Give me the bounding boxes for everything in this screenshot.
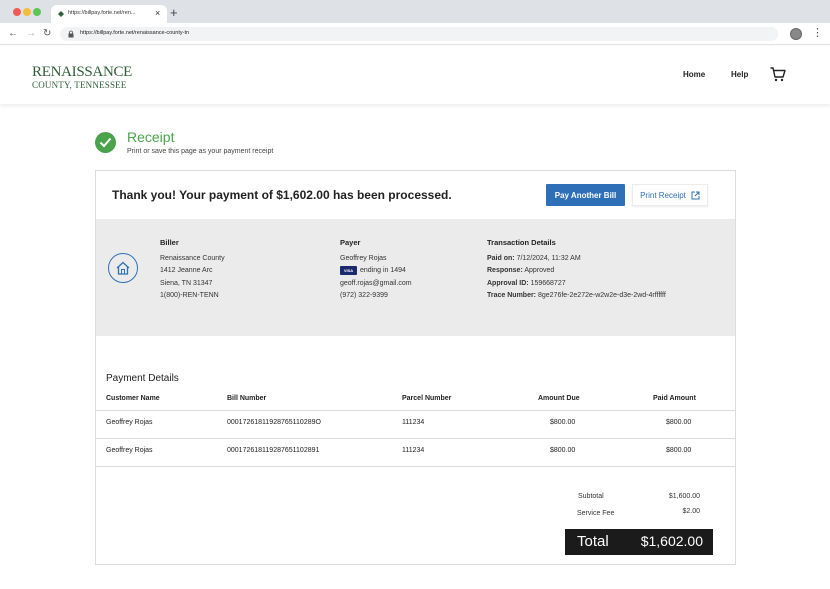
col-header-amount-due: Amount Due <box>538 395 580 402</box>
nav-help-link[interactable]: Help <box>731 70 748 79</box>
cell-parcel: 111234 <box>402 447 425 454</box>
cart-icon[interactable] <box>770 67 786 82</box>
biller-home-icon <box>108 253 138 283</box>
total-box: Total $1,602.00 <box>565 529 713 555</box>
transaction-heading: Transaction Details <box>487 238 556 247</box>
payer-phone: (972) 322-9399 <box>340 292 388 300</box>
cell-bill: 00017261811928765110289O <box>227 419 321 426</box>
col-header-customer: Customer Name <box>106 395 160 402</box>
biller-section: Biller Renaissance County 1412 Jeanne Ar… <box>160 237 225 303</box>
forward-icon[interactable]: → <box>26 28 36 40</box>
url-text: https://billpay.forte.net/renaissance-co… <box>80 30 190 36</box>
biller-line: Siena, TN 31347 <box>160 279 213 287</box>
external-link-icon <box>691 191 700 199</box>
col-header-bill: Bill Number <box>227 395 267 402</box>
browser-menu-icon[interactable]: ⋮ <box>812 27 823 39</box>
browser-toolbar: ← → ↻ https://billpay.forte.net/renaissa… <box>0 23 830 45</box>
biller-line: 1412 Jeanne Arc <box>160 267 213 275</box>
cell-customer: Geoffrey Rojas <box>106 419 153 426</box>
trace-row: Trace Number: 8ge276fe-2e272e-w2w2e-d3e-… <box>487 292 666 300</box>
transaction-section: Transaction Details Paid on: 7/12/2024, … <box>487 237 666 303</box>
biller-heading: Biller <box>160 238 179 247</box>
minimize-window-button[interactable] <box>23 8 31 16</box>
success-check-icon <box>95 132 116 153</box>
logo-text-sub: COUNTY, TENNESSEE <box>32 80 127 90</box>
payer-email: geoff.rojas@gmail.com <box>340 279 412 287</box>
logo-text-main: RENAISSANCE <box>32 64 133 80</box>
payer-heading: Payer <box>340 238 361 247</box>
payment-details-title: Payment Details <box>106 373 179 384</box>
cell-paid: $800.00 <box>666 419 692 426</box>
maximize-window-button[interactable] <box>33 8 41 16</box>
payment-info-panel: Biller Renaissance County 1412 Jeanne Ar… <box>96 219 735 336</box>
page-title: Receipt <box>127 129 175 145</box>
payer-name: Geoffrey Rojas <box>340 254 387 262</box>
response-row: Response: Approved <box>487 267 555 275</box>
total-label: Total <box>577 533 609 550</box>
table-divider <box>96 466 735 467</box>
tab-close-icon[interactable]: × <box>155 8 160 18</box>
payer-section: Payer Geoffrey Rojas VISA ending in 1494 … <box>340 237 412 303</box>
print-receipt-button[interactable]: Print Receipt <box>632 184 708 206</box>
new-tab-button[interactable]: + <box>170 6 178 19</box>
print-receipt-label: Print Receipt <box>640 190 686 200</box>
paid-on-row: Paid on: 7/12/2024, 11:32 AM <box>487 254 581 262</box>
confirmation-message: Thank you! Your payment of $1,602.00 has… <box>112 188 452 202</box>
biller-line: 1(800)-REN-TENN <box>160 292 219 300</box>
card-ending: ending in 1494 <box>360 267 406 275</box>
page-subtitle: Print or save this page as your payment … <box>127 148 274 155</box>
table-divider <box>96 410 735 411</box>
total-value: $1,602.00 <box>640 533 703 549</box>
back-icon[interactable]: ← <box>8 28 18 40</box>
col-header-paid: Paid Amount <box>653 395 696 402</box>
pay-another-bill-button[interactable]: Pay Another Bill <box>546 184 625 206</box>
table-divider <box>96 438 735 439</box>
cell-parcel: 111234 <box>402 419 425 426</box>
site-logo[interactable]: RENAISSANCE COUNTY, TENNESSEE <box>32 64 133 91</box>
reload-icon[interactable]: ↻ <box>43 28 51 40</box>
visa-icon: VISA <box>340 265 357 275</box>
nav-home-link[interactable]: Home <box>683 70 705 79</box>
profile-avatar[interactable] <box>790 28 802 40</box>
approval-row: Approval ID: 159668727 <box>487 279 566 287</box>
browser-tab-bar: https://billpay.forte.net/ren... × + <box>0 0 830 23</box>
address-bar[interactable]: https://billpay.forte.net/renaissance-co… <box>60 27 778 41</box>
subtotal-label: Subtotal <box>578 493 604 500</box>
col-header-parcel: Parcel Number <box>402 395 452 402</box>
tab-title: https://billpay.forte.net/ren... <box>68 10 136 16</box>
cell-amount-due: $800.00 <box>550 447 576 454</box>
browser-tab[interactable]: https://billpay.forte.net/ren... × <box>51 5 167 23</box>
close-window-button[interactable] <box>13 8 21 16</box>
site-header: RENAISSANCE COUNTY, TENNESSEE Home Help <box>0 46 830 104</box>
favicon-icon <box>58 11 64 17</box>
service-fee-value: $2.00 <box>682 508 700 515</box>
cell-amount-due: $800.00 <box>550 419 576 426</box>
payer-card: VISA ending in 1494 <box>340 265 412 278</box>
cell-customer: Geoffrey Rojas <box>106 447 153 454</box>
cell-paid: $800.00 <box>666 447 692 454</box>
receipt-card: Thank you! Your payment of $1,602.00 has… <box>95 170 736 565</box>
subtotal-value: $1,600.00 <box>668 493 700 500</box>
service-fee-label: Service Fee <box>577 510 615 517</box>
cell-bill: 000172618119287651102891 <box>227 447 320 454</box>
biller-line: Renaissance County <box>160 254 225 262</box>
lock-icon <box>68 30 74 38</box>
